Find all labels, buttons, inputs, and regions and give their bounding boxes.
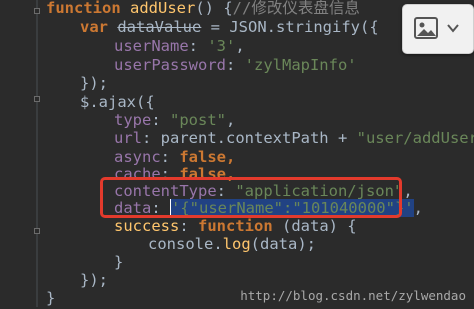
code-token: parent.contextPath + <box>160 129 357 147</box>
code-token: }); <box>80 74 108 92</box>
gutter <box>36 0 38 307</box>
fold-marker[interactable] <box>34 96 40 102</box>
code-token: } <box>114 253 124 271</box>
fold-marker[interactable] <box>34 8 40 14</box>
code-line: console.log(data); <box>148 233 316 255</box>
code-token: userPassword <box>114 56 226 74</box>
code-token: = JSON.stringify({ <box>201 18 379 36</box>
code-token: , <box>235 37 245 55</box>
chevron-down-icon <box>447 24 459 33</box>
code-token: '3' <box>207 37 236 55</box>
code-token: . <box>213 235 223 253</box>
code-token: , <box>413 199 423 217</box>
code-token: : <box>188 37 208 55</box>
image-button[interactable] <box>402 4 474 54</box>
watermark: http://blog.csdn.net/zylwendao <box>240 288 466 303</box>
code-token: : <box>225 56 245 74</box>
code-token: userName <box>114 37 189 55</box>
code-token: dataValue <box>117 18 202 36</box>
code-token: () { <box>195 0 233 17</box>
code-token: addUser <box>130 0 196 17</box>
code-token: 'zylMapInfo' <box>244 56 357 74</box>
image-icon <box>414 17 438 39</box>
code-token: : <box>142 129 161 147</box>
code-line: } <box>114 251 123 273</box>
code-token: console <box>148 235 214 253</box>
code-line: userPassword: 'zylMapInfo' <box>114 54 357 76</box>
code-token: (data); <box>250 235 316 253</box>
annotation-highlight-box <box>100 177 402 218</box>
code-token: } <box>46 289 56 307</box>
fold-marker[interactable] <box>34 228 40 234</box>
code-token: function <box>46 0 121 17</box>
code-token: }); <box>80 271 108 289</box>
code-token: var <box>80 18 108 36</box>
code-token: "user/addUser" <box>356 129 474 147</box>
code-token: url <box>114 129 142 147</box>
code-line: } <box>46 287 55 309</box>
code-token: log <box>222 235 251 253</box>
code-comment: //修改仪表盘信息 <box>232 0 360 17</box>
code-line: }); <box>80 269 108 291</box>
